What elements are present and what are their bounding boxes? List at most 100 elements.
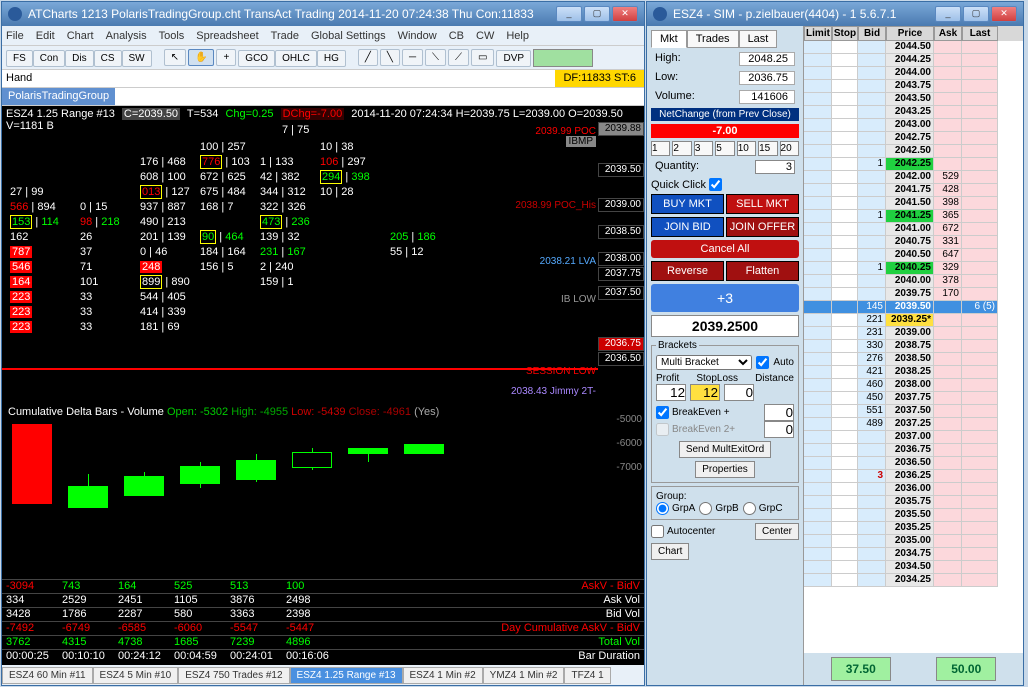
ladder-cell[interactable]: 2040.25 (886, 262, 934, 275)
panel-tab-last[interactable]: Last (739, 30, 778, 48)
ladder-cell[interactable]: 3 (858, 470, 886, 483)
chart-tab[interactable]: TFZ4 1 (564, 667, 610, 684)
ladder-row[interactable]: 2040.00378 (804, 275, 1023, 288)
ladder-row[interactable]: 2042.50 (804, 145, 1023, 158)
ladder-row[interactable]: 2044.25 (804, 54, 1023, 67)
ladder-cell[interactable]: 428 (934, 184, 962, 197)
tbtn-sw[interactable]: SW (122, 50, 152, 67)
ladder-cell[interactable] (962, 54, 998, 67)
ladder-row[interactable]: 3302038.75 (804, 340, 1023, 353)
ladder-cell[interactable] (804, 483, 832, 496)
ladder-cell[interactable]: 2042.25 (886, 158, 934, 171)
ladder-cell[interactable]: 2034.75 (886, 548, 934, 561)
ladder-cell[interactable]: 2040.50 (886, 249, 934, 262)
ladder-cell[interactable]: 2035.00 (886, 535, 934, 548)
ladder-cell[interactable] (962, 418, 998, 431)
ladder-cell[interactable] (858, 457, 886, 470)
ladder-cell[interactable] (832, 509, 858, 522)
tbtn-fs[interactable]: FS (6, 50, 33, 67)
ladder-cell[interactable] (832, 522, 858, 535)
ladder-cell[interactable] (962, 197, 998, 210)
ladder-cell[interactable]: 276 (858, 353, 886, 366)
ladder-cell[interactable] (962, 132, 998, 145)
ladder-row[interactable]: 2036.50 (804, 457, 1023, 470)
ladder-cell[interactable] (962, 236, 998, 249)
ladder-cell[interactable] (934, 158, 962, 171)
tbtn-gco[interactable]: GCO (238, 50, 275, 67)
ladder-cell[interactable]: 398 (934, 197, 962, 210)
grpc-radio[interactable] (743, 502, 756, 515)
ladder-cell[interactable] (934, 379, 962, 392)
ladder-cell[interactable] (804, 574, 832, 587)
ladder-cell[interactable] (962, 262, 998, 275)
ladder-cell[interactable] (934, 67, 962, 80)
ladder-col-price[interactable]: Price (886, 26, 934, 41)
grpa-radio[interactable] (656, 502, 669, 515)
ladder-cell[interactable] (804, 444, 832, 457)
ladder-row[interactable]: 2039.75170 (804, 288, 1023, 301)
ladder-cell[interactable]: 2037.00 (886, 431, 934, 444)
ladder-cell[interactable] (934, 80, 962, 93)
ladder-cell[interactable] (934, 41, 962, 54)
tbtn-dvp[interactable]: DVP (496, 50, 531, 67)
join-offer-button[interactable]: JOIN OFFER (726, 217, 799, 237)
ladder-cell[interactable] (804, 262, 832, 275)
ladder-cell[interactable] (962, 405, 998, 418)
ladder-cell[interactable] (832, 301, 858, 314)
ladder-cell[interactable]: 2036.25 (886, 470, 934, 483)
menu-edit[interactable]: Edit (36, 30, 55, 42)
ladder-cell[interactable] (832, 236, 858, 249)
quickclick-checkbox[interactable] (709, 178, 722, 191)
ladder-cell[interactable] (934, 119, 962, 132)
ladder-cell[interactable] (804, 327, 832, 340)
ladder-cell[interactable]: 2040.75 (886, 236, 934, 249)
ladder-cell[interactable] (962, 158, 998, 171)
ladder-cell[interactable] (858, 509, 886, 522)
ladder-cell[interactable] (962, 509, 998, 522)
ladder-cell[interactable] (804, 418, 832, 431)
ladder-cell[interactable]: 450 (858, 392, 886, 405)
ladder-cell[interactable] (832, 379, 858, 392)
menu-spreadsheet[interactable]: Spreadsheet (196, 30, 258, 42)
ladder-cell[interactable]: 2041.00 (886, 223, 934, 236)
ladder-col-stop[interactable]: Stop (832, 26, 858, 41)
size-15[interactable]: 15 (758, 141, 777, 156)
ladder-row[interactable]: 2035.25 (804, 522, 1023, 535)
ladder-row[interactable]: 2034.75 (804, 548, 1023, 561)
ladder-cell[interactable] (858, 197, 886, 210)
ladder-row[interactable]: 2041.75428 (804, 184, 1023, 197)
ladder-cell[interactable] (934, 366, 962, 379)
size-2[interactable]: 2 (672, 141, 691, 156)
profit-input[interactable] (656, 384, 686, 401)
chart-button[interactable]: Chart (651, 543, 689, 560)
ladder-cell[interactable] (832, 470, 858, 483)
ladder-cell[interactable] (832, 106, 858, 119)
ladder-cell[interactable]: 2038.75 (886, 340, 934, 353)
ladder-cell[interactable] (832, 41, 858, 54)
ladder-row[interactable]: 4892037.25 (804, 418, 1023, 431)
ladder-cell[interactable] (804, 158, 832, 171)
ladder-cell[interactable]: 2036.75 (886, 444, 934, 457)
ladder-cell[interactable] (858, 41, 886, 54)
ladder-cell[interactable] (804, 379, 832, 392)
price-ladder[interactable]: LimitStopBidPriceAskLast 2044.502044.252… (803, 26, 1023, 685)
chart-tab[interactable]: ESZ4 750 Trades #12 (178, 667, 289, 684)
ladder-cell[interactable] (804, 353, 832, 366)
menu-analysis[interactable]: Analysis (106, 30, 147, 42)
ladder-cell[interactable] (962, 444, 998, 457)
ladder-cell[interactable] (858, 171, 886, 184)
ladder-cell[interactable]: 2041.50 (886, 197, 934, 210)
ladder-cell[interactable] (804, 132, 832, 145)
ladder-cell[interactable] (832, 548, 858, 561)
center-button[interactable]: Center (755, 523, 799, 540)
ladder-cell[interactable]: 2039.75 (886, 288, 934, 301)
ladder-cell[interactable] (832, 327, 858, 340)
ladder-cell[interactable]: 2042.50 (886, 145, 934, 158)
size-5[interactable]: 5 (715, 141, 734, 156)
ladder-cell[interactable] (962, 249, 998, 262)
ladder-cell[interactable] (858, 496, 886, 509)
ladder-cell[interactable] (962, 119, 998, 132)
hand-tool-icon[interactable]: ✋ (188, 49, 214, 66)
ladder-cell[interactable]: 6 (5) (962, 301, 998, 314)
ladder-row[interactable]: 4212038.25 (804, 366, 1023, 379)
